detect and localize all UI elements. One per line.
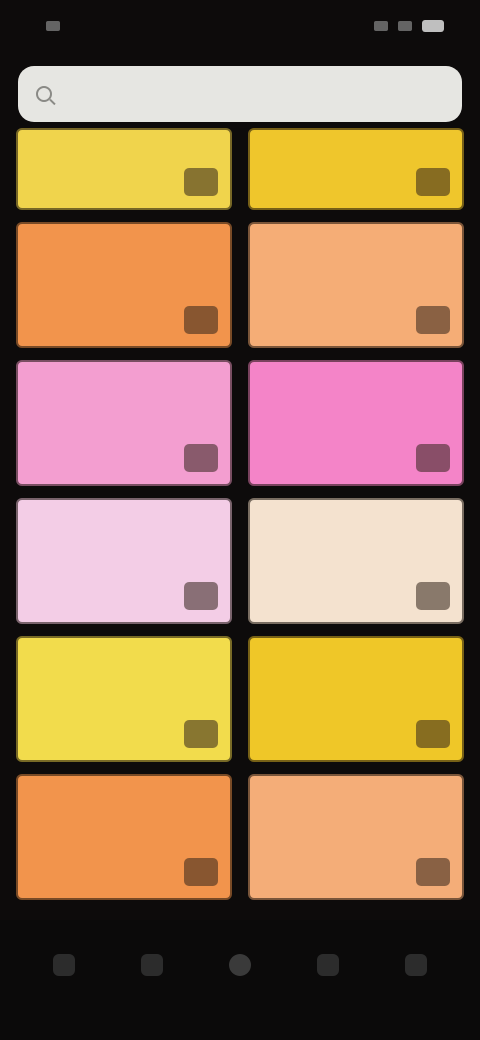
grid-tile[interactable] [248,222,464,348]
tile-icon [184,720,218,748]
tile-icon [416,858,450,886]
status-left [36,21,60,31]
nav-item-grid[interactable] [132,945,172,985]
tile-icon [416,720,450,748]
notification-icon [46,21,60,31]
nav-item-circle[interactable] [220,945,260,985]
list-icon [317,954,339,976]
status-bar [0,0,480,52]
tile-icon [184,168,218,196]
tile-icon [416,168,450,196]
nav-item-home[interactable] [44,945,84,985]
grid-tile[interactable] [248,360,464,486]
tile-icon [184,306,218,334]
tile-icon [416,444,450,472]
tile-icon [184,582,218,610]
tile-icon [416,306,450,334]
grid-tile[interactable] [16,774,232,900]
grid-tile[interactable] [248,636,464,762]
circle-icon [229,954,251,976]
grid-tile[interactable] [16,128,232,210]
grid-tile[interactable] [16,636,232,762]
grid-tile[interactable] [248,774,464,900]
search-icon [36,86,52,102]
search-input[interactable] [62,85,444,103]
home-icon [53,954,75,976]
bottom-navigation [0,920,480,1040]
signal-icon [374,21,388,31]
nav-item-profile[interactable] [396,945,436,985]
tile-grid [16,128,464,912]
grid-tile[interactable] [16,360,232,486]
status-right [374,20,444,32]
grid-icon [141,954,163,976]
search-bar[interactable] [18,66,462,122]
grid-tile[interactable] [248,128,464,210]
grid-tile[interactable] [248,498,464,624]
grid-tile[interactable] [16,498,232,624]
grid-tile[interactable] [16,222,232,348]
tile-icon [184,858,218,886]
tile-icon [184,444,218,472]
battery-icon [422,20,444,32]
nav-item-list[interactable] [308,945,348,985]
profile-icon [405,954,427,976]
wifi-icon [398,21,412,31]
tile-icon [416,582,450,610]
